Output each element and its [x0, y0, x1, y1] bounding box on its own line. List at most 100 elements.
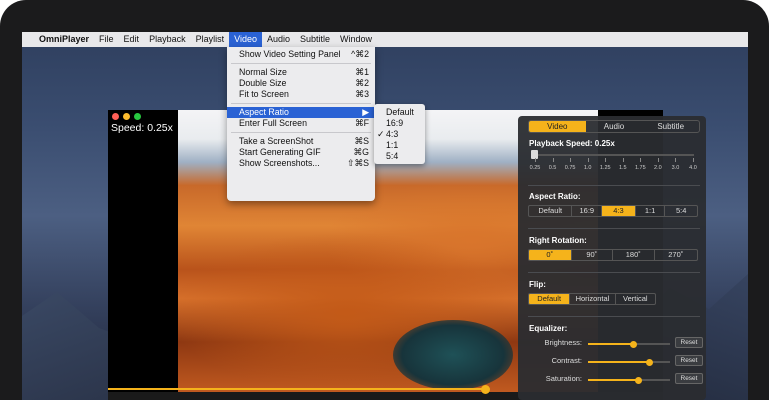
shortcut: ⌘S [354, 136, 369, 146]
menu-separator [231, 132, 371, 133]
menu-item-label: Enter Full Screen [239, 118, 307, 128]
menu-item-enter-full-screen[interactable]: Enter Full Screen ⌘F [227, 118, 375, 129]
brightness-reset-button[interactable]: Reset [675, 337, 703, 348]
rotation-option-180[interactable]: 180˚ [613, 250, 655, 260]
speed-tick [675, 158, 677, 162]
submenu-item-4-3[interactable]: ✓ 4:3 [374, 129, 425, 140]
contrast-slider[interactable] [588, 358, 670, 366]
submenu-item-5-4[interactable]: 5:4 [374, 151, 425, 162]
aspect-option-16-9[interactable]: 16:9 [572, 206, 603, 216]
rotation-title: Right Rotation: [529, 236, 587, 245]
menu-window[interactable]: Window [335, 32, 377, 47]
speed-tick-label: 3.0 [671, 165, 680, 171]
speed-slider-track[interactable] [532, 154, 694, 156]
saturation-reset-button[interactable]: Reset [675, 373, 703, 384]
tab-video[interactable]: Video [529, 121, 586, 132]
contrast-label: Contrast: [551, 356, 582, 365]
aspect-ratio-title: Aspect Ratio: [529, 192, 581, 201]
minimize-button[interactable] [123, 113, 130, 120]
submenu-item-label: 16:9 [386, 118, 404, 128]
shortcut: ^⌘2 [351, 49, 369, 59]
aspect-option-1-1[interactable]: 1:1 [636, 206, 666, 216]
speed-tick-label: 4.0 [689, 165, 697, 171]
flip-title: Flip: [529, 280, 546, 289]
menu-item-label: Normal Size [239, 67, 287, 77]
menu-file[interactable]: File [94, 32, 119, 47]
tab-subtitle[interactable]: Subtitle [642, 121, 699, 132]
equalizer-title: Equalizer: [529, 324, 568, 333]
menu-item-label: Start Generating GIF [239, 147, 321, 157]
menu-item-start-generating-gif[interactable]: Start Generating GIF ⌘G [227, 147, 375, 158]
panel-divider [528, 228, 700, 229]
brightness-label: Brightness: [544, 338, 582, 347]
speed-tick [587, 158, 589, 162]
submenu-item-16-9[interactable]: 16:9 [374, 118, 425, 129]
menu-item-double-size[interactable]: Double Size ⌘2 [227, 78, 375, 89]
menu-app-name[interactable]: OmniPlayer [34, 32, 94, 47]
menu-audio[interactable]: Audio [262, 32, 295, 47]
menu-item-show-video-setting-panel[interactable]: Show Video Setting Panel ^⌘2 [227, 49, 375, 60]
contrast-fill [588, 361, 650, 363]
brightness-slider[interactable] [588, 340, 670, 348]
menu-playlist[interactable]: Playlist [191, 32, 230, 47]
speed-tick-label: 1.0 [583, 165, 592, 171]
menu-subtitle[interactable]: Subtitle [295, 32, 335, 47]
shortcut: ⌘1 [355, 67, 369, 77]
video-water [393, 320, 513, 390]
menu-edit[interactable]: Edit [119, 32, 145, 47]
submenu-item-label: 1:1 [386, 140, 399, 150]
menu-item-label: Take a ScreenShot [239, 136, 314, 146]
shortcut: ⌘2 [355, 78, 369, 88]
aspect-option-4-3[interactable]: 4:3 [602, 206, 636, 216]
menu-item-label: Show Screenshots... [239, 158, 320, 168]
zoom-button[interactable] [134, 113, 141, 120]
flip-option-vertical[interactable]: Vertical [616, 294, 655, 304]
speed-overlay: Speed: 0.25x [111, 122, 173, 134]
rotation-option-0[interactable]: 0˚ [529, 250, 572, 260]
menu-item-aspect-ratio[interactable]: Aspect Ratio ▶ [227, 107, 375, 118]
contrast-reset-button[interactable]: Reset [675, 355, 703, 366]
tab-audio[interactable]: Audio [586, 121, 643, 132]
progress-bar[interactable] [108, 388, 486, 390]
shortcut: ⌘G [353, 147, 369, 157]
menu-video[interactable]: Video [229, 32, 262, 47]
video-settings-panel: Video Audio Subtitle Playback Speed: 0.2… [518, 116, 706, 400]
saturation-slider[interactable] [588, 376, 670, 384]
saturation-knob[interactable] [635, 376, 643, 384]
close-button[interactable] [112, 113, 119, 120]
checkmark-icon: ✓ [377, 129, 385, 139]
flip-option-default[interactable]: Default [529, 294, 571, 304]
rotation-option-90[interactable]: 90˚ [572, 250, 614, 260]
aspect-ratio-segmented: Default 16:9 4:3 1:1 5:4 [528, 205, 698, 217]
menu-playback[interactable]: Playback [144, 32, 191, 47]
saturation-label: Saturation: [545, 374, 582, 383]
aspect-option-5-4[interactable]: 5:4 [665, 206, 697, 216]
shortcut: ⇧⌘S [346, 158, 369, 168]
menu-item-label: Fit to Screen [239, 89, 289, 99]
video-menu: Show Video Setting Panel ^⌘2 Normal Size ⌘… [227, 47, 375, 201]
submenu-item-1-1[interactable]: 1:1 [374, 140, 425, 151]
flip-option-horizontal[interactable]: Horizontal [570, 294, 616, 304]
speed-tick-label: 2.0 [654, 165, 662, 171]
rotation-option-270[interactable]: 270˚ [655, 250, 697, 260]
speed-tick-label: 1.5 [618, 165, 627, 171]
speed-tick [622, 158, 624, 162]
chevron-right-icon: ▶ [362, 107, 369, 117]
submenu-item-label: 4:3 [386, 129, 399, 139]
submenu-item-default[interactable]: Default [374, 107, 425, 118]
speed-tick-label: 0.25 [529, 165, 541, 171]
panel-divider [528, 185, 700, 186]
menu-item-fit-to-screen[interactable]: Fit to Screen ⌘3 [227, 89, 375, 100]
playback-speed-title: Playback Speed: 0.25x [529, 139, 615, 148]
contrast-knob[interactable] [646, 358, 653, 366]
flip-segmented: Default Horizontal Vertical [528, 293, 656, 305]
menu-item-take-screenshot[interactable]: Take a ScreenShot ⌘S [227, 136, 375, 147]
panel-divider [528, 272, 700, 273]
submenu-item-label: Default [386, 107, 414, 117]
menu-item-label: Show Video Setting Panel [239, 49, 341, 59]
brightness-knob[interactable] [629, 340, 637, 348]
menu-item-normal-size[interactable]: Normal Size ⌘1 [227, 67, 375, 78]
aspect-option-default[interactable]: Default [529, 206, 573, 216]
menu-item-show-screenshots[interactable]: Show Screenshots... ⇧⌘S [227, 158, 375, 169]
aspect-ratio-submenu: Default 16:9 ✓ 4:3 1:1 5:4 [374, 104, 425, 164]
